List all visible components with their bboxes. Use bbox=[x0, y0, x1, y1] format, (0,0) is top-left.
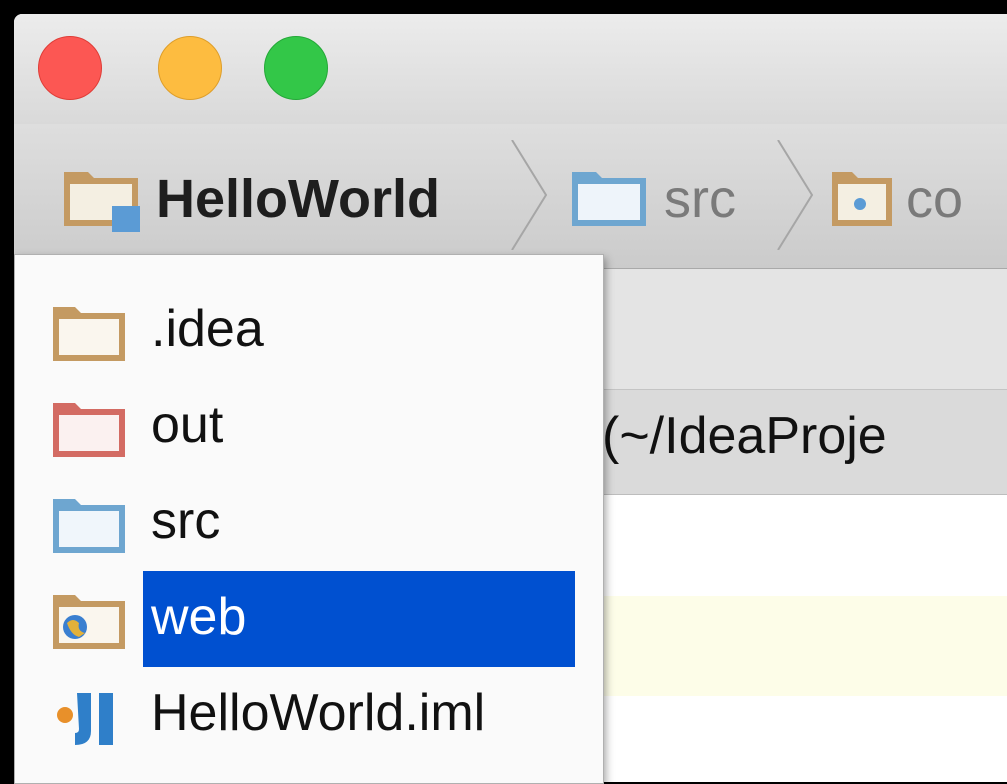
package-folder-icon bbox=[832, 172, 892, 226]
excluded-folder-icon bbox=[53, 403, 125, 457]
breadcrumb-label: co bbox=[906, 169, 964, 229]
menu-item-web[interactable]: web bbox=[15, 571, 603, 667]
menu-item-out[interactable]: out bbox=[15, 379, 603, 475]
breadcrumb-label: src bbox=[664, 169, 736, 229]
close-button[interactable] bbox=[38, 36, 102, 100]
breadcrumb-popup-menu: .idea out src web HelloWorld.iml bbox=[14, 254, 604, 784]
menu-item-helloworld-iml[interactable]: HelloWorld.iml bbox=[15, 667, 603, 763]
zoom-button[interactable] bbox=[264, 36, 328, 100]
breadcrumb-label: HelloWorld bbox=[156, 169, 441, 229]
breadcrumb-item-src[interactable]: src bbox=[568, 164, 736, 234]
breadcrumb-separator-icon bbox=[511, 140, 548, 250]
source-folder-icon bbox=[53, 499, 125, 553]
folder-icon bbox=[53, 307, 125, 361]
project-folder-icon bbox=[64, 172, 140, 232]
breadcrumb-separator-icon bbox=[777, 140, 814, 250]
menu-item-label: src bbox=[151, 492, 221, 550]
title-bar bbox=[14, 14, 1007, 125]
menu-item-label: HelloWorld.iml bbox=[151, 684, 486, 742]
menu-item-label: out bbox=[151, 396, 224, 454]
source-folder-icon bbox=[572, 172, 646, 226]
module-file-icon bbox=[57, 693, 113, 745]
navigation-bar: HelloWorld src co bbox=[14, 124, 1007, 269]
menu-item-label: .idea bbox=[151, 300, 264, 358]
menu-item-label: web bbox=[151, 588, 247, 646]
breadcrumb-item-package[interactable]: co bbox=[830, 164, 963, 234]
menu-item-idea[interactable]: .idea bbox=[15, 283, 603, 379]
menu-item-src[interactable]: src bbox=[15, 475, 603, 571]
project-path-text: (~/IdeaProje bbox=[602, 407, 887, 465]
breadcrumb-item-project[interactable]: HelloWorld bbox=[60, 164, 440, 234]
web-folder-icon bbox=[53, 595, 125, 649]
minimize-button[interactable] bbox=[158, 36, 222, 100]
